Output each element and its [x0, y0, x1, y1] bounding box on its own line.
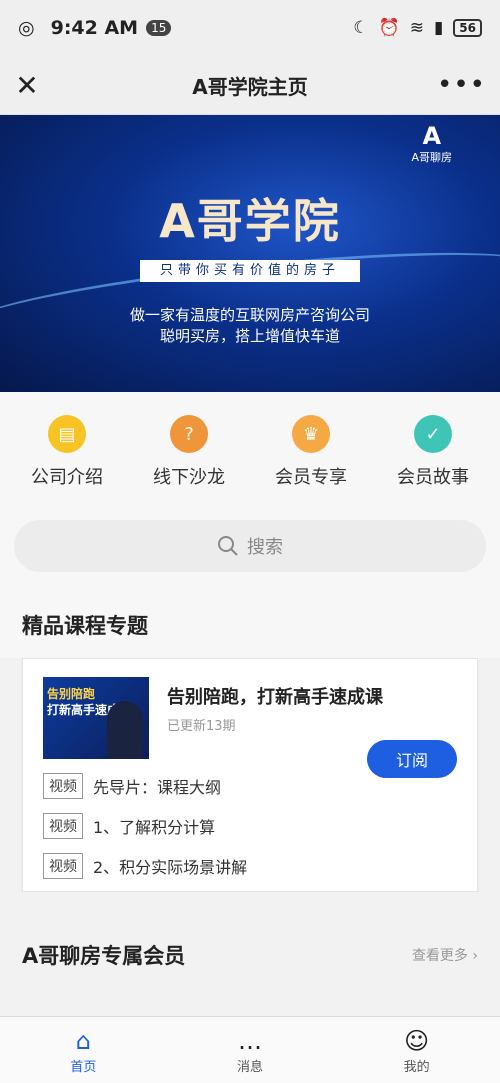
search-input[interactable]: 搜索 [14, 520, 486, 572]
entry-label: 会员故事 [397, 467, 469, 488]
record-indicator-icon: ◎ [18, 17, 35, 39]
banner-desc-line1: 做一家有温度的互联网房产咨询公司 [129, 306, 370, 324]
thumb-line1: 告别陪跑 [47, 687, 96, 701]
member-section-header: A哥聊房专属会员 查看更多 › [0, 892, 500, 970]
entry-label: 会员专享 [275, 467, 347, 488]
presenter-image [107, 701, 143, 759]
wifi-icon: ≋ [409, 18, 424, 38]
question-chat-icon: ? [170, 415, 208, 453]
tab-messages[interactable]: … 消息 [200, 1026, 300, 1075]
nav-bar: ✕ A哥学院主页 ••• [0, 56, 500, 115]
logo-mark-icon: A [422, 122, 442, 150]
entry-label: 线下沙龙 [153, 467, 225, 488]
tab-profile[interactable]: ☺ 我的 [367, 1026, 467, 1075]
search-icon [218, 536, 238, 556]
home-icon: ⌂ [75, 1026, 91, 1055]
crown-icon: ♛ [292, 415, 330, 453]
banner-brand: A哥学院 [159, 194, 341, 248]
entry-company-intro[interactable]: ▤ 公司介绍 [12, 415, 122, 489]
hero-banner[interactable]: A A哥聊房 A哥学院 只带你买有价值的房子 做一家有温度的互联网房产咨询公司 … [0, 115, 500, 392]
banner-desc-line2: 聪明买房，搭上增值快车道 [159, 327, 340, 345]
notification-badge: 15 [146, 20, 172, 36]
profile-icon: ☺ [404, 1026, 430, 1055]
entry-offline-salon[interactable]: ? 线下沙龙 [134, 415, 244, 489]
chevron-right-icon: › [472, 948, 478, 964]
quick-entry-row: ▤ 公司介绍 ? 线下沙龙 ♛ 会员专享 ✓ 会员故事 [0, 392, 500, 512]
page-title: A哥学院主页 [192, 74, 308, 99]
banner-slogan: 只带你买有价值的房子 [140, 260, 360, 282]
alarm-icon: ⏰ [378, 18, 400, 38]
course-title[interactable]: 告别陪跑，打新高手速成课 [167, 683, 457, 709]
lesson-title: 2、积分实际场景讲解 [93, 858, 248, 877]
lesson-tag: 视频 [43, 813, 83, 839]
entry-member-stories[interactable]: ✓ 会员故事 [378, 415, 488, 489]
message-icon: … [237, 1026, 262, 1055]
book-icon: ▤ [48, 415, 86, 453]
tab-label: 我的 [403, 1059, 430, 1075]
tab-label: 首页 [70, 1059, 97, 1075]
section-title-courses: 精品课程专题 [0, 586, 500, 658]
logo-text: A哥聊房 [411, 151, 452, 164]
entry-member-exclusive[interactable]: ♛ 会员专享 [256, 415, 366, 489]
moon-icon: ☾ [353, 18, 369, 38]
subscribe-button[interactable]: 订阅 [367, 740, 457, 778]
bottom-tab-bar: ⌂ 首页 … 消息 ☺ 我的 [0, 1016, 500, 1083]
close-icon[interactable]: ✕ [12, 69, 42, 102]
lesson-tag: 视频 [43, 773, 83, 799]
lesson-item[interactable]: 视频 2、积分实际场景讲解 [43, 853, 457, 879]
lesson-tag: 视频 [43, 853, 83, 879]
section-title-members: A哥聊房专属会员 [22, 944, 186, 968]
status-time: 9:42 AM [50, 17, 139, 39]
course-thumbnail[interactable]: 告别陪跑 打新高手速成课 [43, 677, 149, 759]
lesson-title: 先导片：课程大纲 [93, 778, 222, 797]
lesson-title: 1、了解积分计算 [93, 818, 216, 837]
course-card[interactable]: 告别陪跑 打新高手速成课 告别陪跑，打新高手速成课 已更新13期 订阅 视频 先… [22, 658, 478, 892]
see-more-link[interactable]: 查看更多 › [412, 945, 478, 965]
tab-label: 消息 [236, 1059, 263, 1075]
calendar-check-icon: ✓ [414, 415, 452, 453]
tab-home[interactable]: ⌂ 首页 [33, 1026, 133, 1075]
course-updated: 已更新13期 [167, 719, 236, 734]
search-placeholder: 搜索 [247, 537, 283, 558]
lesson-item[interactable]: 视频 1、了解积分计算 [43, 813, 457, 839]
signal-icon: ▮ [433, 18, 444, 38]
status-bar: ◎ 9:42 AM 15 ☾ ⏰ ≋ ▮ 56 [0, 0, 500, 56]
entry-label: 公司介绍 [31, 467, 103, 488]
more-icon[interactable]: ••• [437, 70, 486, 100]
banner-description: 做一家有温度的互联网房产咨询公司 聪明买房，搭上增值快车道 [0, 305, 500, 347]
battery-indicator: 56 [453, 19, 482, 37]
brand-logo: A A哥聊房 [411, 123, 452, 165]
